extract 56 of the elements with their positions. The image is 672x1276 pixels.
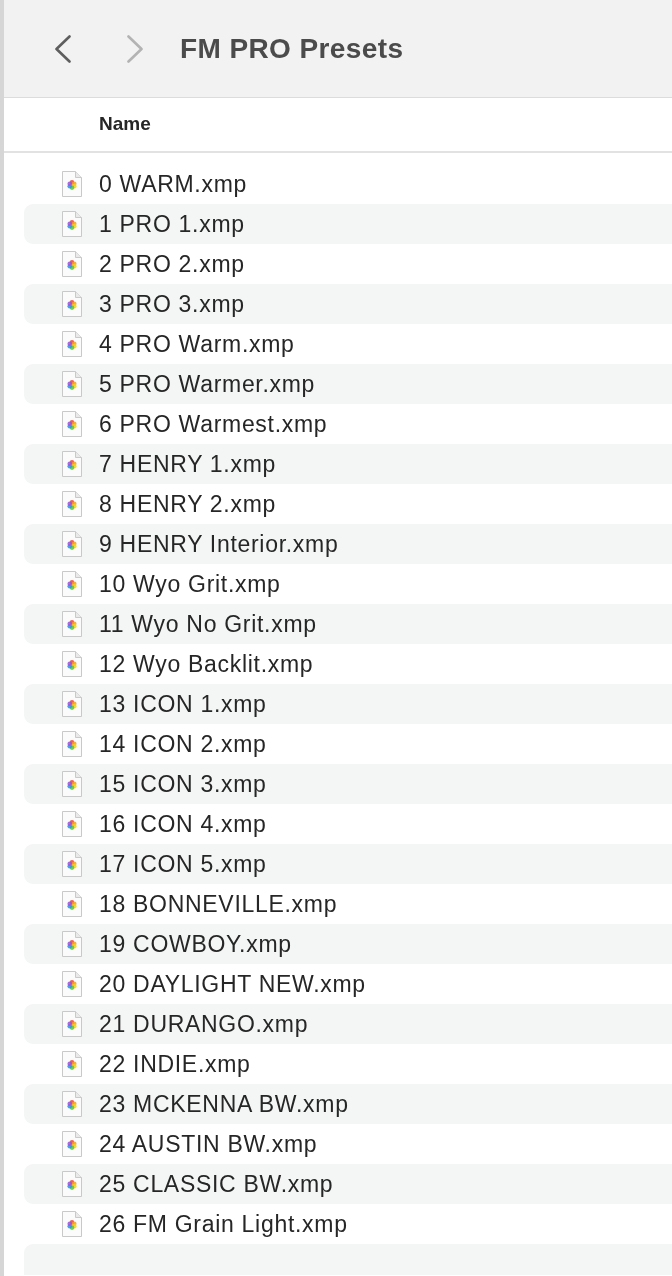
file-row[interactable]: 18 BONNEVILLE.xmp [24,884,672,924]
document-icon [61,210,83,238]
window-title: FM PRO Presets [180,31,404,66]
document-icon [61,450,83,478]
document-icon [61,530,83,558]
file-row[interactable]: 23 MCKENNA BW.xmp [24,1084,672,1124]
document-icon [61,370,83,398]
file-row[interactable]: 14 ICON 2.xmp [24,724,672,764]
document-icon [61,930,83,958]
file-row[interactable]: 25 CLASSIC BW.xmp [24,1164,672,1204]
file-row[interactable]: 21 DURANGO.xmp [24,1004,672,1044]
file-row[interactable]: 16 ICON 4.xmp [24,804,672,844]
file-row[interactable]: 26 FM Grain Light.xmp [24,1204,672,1244]
column-header[interactable]: Name [99,110,151,139]
document-icon [61,730,83,758]
file-row[interactable]: 19 COWBOY.xmp [24,924,672,964]
document-icon [61,690,83,718]
file-row[interactable]: 2 PRO 2.xmp [24,244,672,284]
file-row[interactable]: 1 PRO 1.xmp [24,204,672,244]
file-row[interactable]: 4 PRO Warm.xmp [24,324,672,364]
document-icon [61,810,83,838]
file-row[interactable]: 3 PRO 3.xmp [24,284,672,324]
document-icon [61,1090,83,1118]
file-row[interactable]: 22 INDIE.xmp [24,1044,672,1084]
file-row[interactable]: 15 ICON 3.xmp [24,764,672,804]
document-icon [61,330,83,358]
document-icon [61,650,83,678]
document-icon [61,1050,83,1078]
document-icon [61,1130,83,1158]
document-icon [61,410,83,438]
file-row[interactable]: 17 ICON 5.xmp [24,844,672,884]
file-row[interactable]: 9 HENRY Interior.xmp [24,524,672,564]
document-icon [61,850,83,878]
file-row[interactable]: 13 ICON 1.xmp [24,684,672,724]
file-row[interactable]: 24 AUSTIN BW.xmp [24,1124,672,1164]
file-row[interactable]: 10 Wyo Grit.xmp [24,564,672,604]
document-icon [61,610,83,638]
document-icon [61,890,83,918]
document-icon [61,170,83,198]
document-icon [61,1210,83,1238]
document-icon [61,770,83,798]
file-row[interactable]: 8 HENRY 2.xmp [24,484,672,524]
file-row[interactable]: 11 Wyo No Grit.xmp [24,604,672,644]
file-row[interactable]: 0 WARM.xmp [24,164,672,204]
document-icon [61,1010,83,1038]
document-icon [61,250,83,278]
document-icon [61,1170,83,1198]
file-row[interactable]: 20 DAYLIGHT NEW.xmp [24,964,672,1004]
file-row[interactable]: 5 PRO Warmer.xmp [24,364,672,404]
document-icon [61,490,83,518]
document-icon [61,570,83,598]
file-row[interactable]: 7 HENRY 1.xmp [24,444,672,484]
file-row[interactable]: 6 PRO Warmest.xmp [24,404,672,444]
document-icon [61,970,83,998]
file-row[interactable]: 12 Wyo Backlit.xmp [24,644,672,684]
document-icon [61,290,83,318]
